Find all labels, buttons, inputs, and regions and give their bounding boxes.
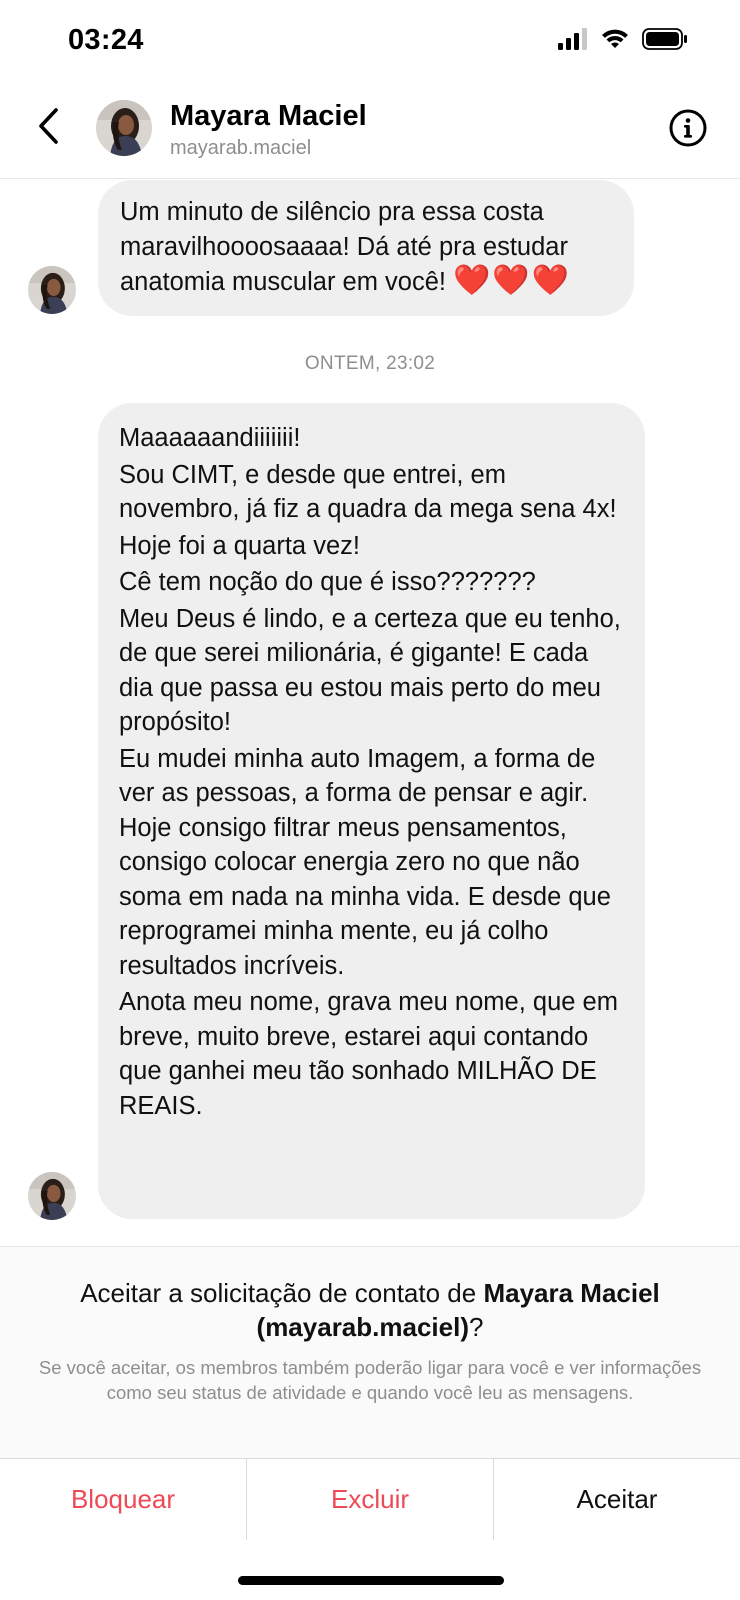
message-paragraph: Hoje foi a quarta vez! [119, 531, 360, 560]
contact-name[interactable]: Mayara Maciel [170, 100, 367, 133]
request-title-prefix: Aceitar a solicitação de contato de [80, 1278, 484, 1308]
contact-request-panel: Aceitar a solicitação de contato de Maya… [0, 1246, 740, 1458]
home-indicator[interactable] [238, 1576, 504, 1585]
message-paragraph: Sou CIMT, e desde que entrei, em novembr… [119, 460, 617, 524]
request-action-bar: Bloquear Excluir Aceitar [0, 1458, 740, 1540]
block-button[interactable]: Bloquear [0, 1459, 246, 1540]
message-bubble[interactable]: Maaaaaandiiiiiii! Sou CIMT, e desde que … [98, 403, 645, 1219]
request-description: Se você aceitar, os membros também poder… [38, 1357, 702, 1403]
battery-icon [642, 28, 688, 55]
delete-button[interactable]: Excluir [246, 1459, 493, 1540]
message-paragraph: Meu Deus é lindo, e a certeza que eu ten… [119, 604, 621, 737]
request-title-suffix: ? [468, 1312, 484, 1342]
message-paragraph: Eu mudei minha auto Imagem, a forma de v… [119, 744, 611, 980]
back-button[interactable] [24, 102, 72, 150]
message-paragraph: Maaaaaandiiiiiii! [119, 424, 301, 452]
status-icons [558, 28, 688, 55]
status-bar: 03:24 [0, 0, 740, 84]
message-timestamp: ONTEM, 23:02 [304, 353, 436, 374]
message-paragraph: Cê tem noção do que é isso??????? [119, 568, 536, 596]
contact-username[interactable]: mayarab.maciel [170, 137, 311, 160]
sender-avatar[interactable] [28, 266, 76, 314]
chat-header: Mayara Maciel mayarab.maciel [0, 84, 740, 179]
accept-button[interactable]: Aceitar [493, 1459, 740, 1540]
request-title: Aceitar a solicitação de contato de Maya… [40, 1276, 700, 1344]
sender-avatar[interactable] [28, 1172, 76, 1220]
chevron-left-icon [39, 108, 58, 144]
wifi-icon [600, 28, 630, 55]
status-time: 03:24 [68, 24, 144, 56]
info-button[interactable] [666, 106, 710, 150]
cellular-signal-icon [558, 28, 588, 55]
info-circle-icon [669, 109, 707, 147]
message-paragraph: Anota meu nome, grava meu nome, que em b… [119, 988, 618, 1120]
contact-avatar[interactable] [96, 100, 152, 156]
message-bubble[interactable]: Um minuto de silêncio pra essa costa mar… [98, 180, 634, 316]
heart-emoji: ❤️❤️❤️ [453, 264, 572, 297]
